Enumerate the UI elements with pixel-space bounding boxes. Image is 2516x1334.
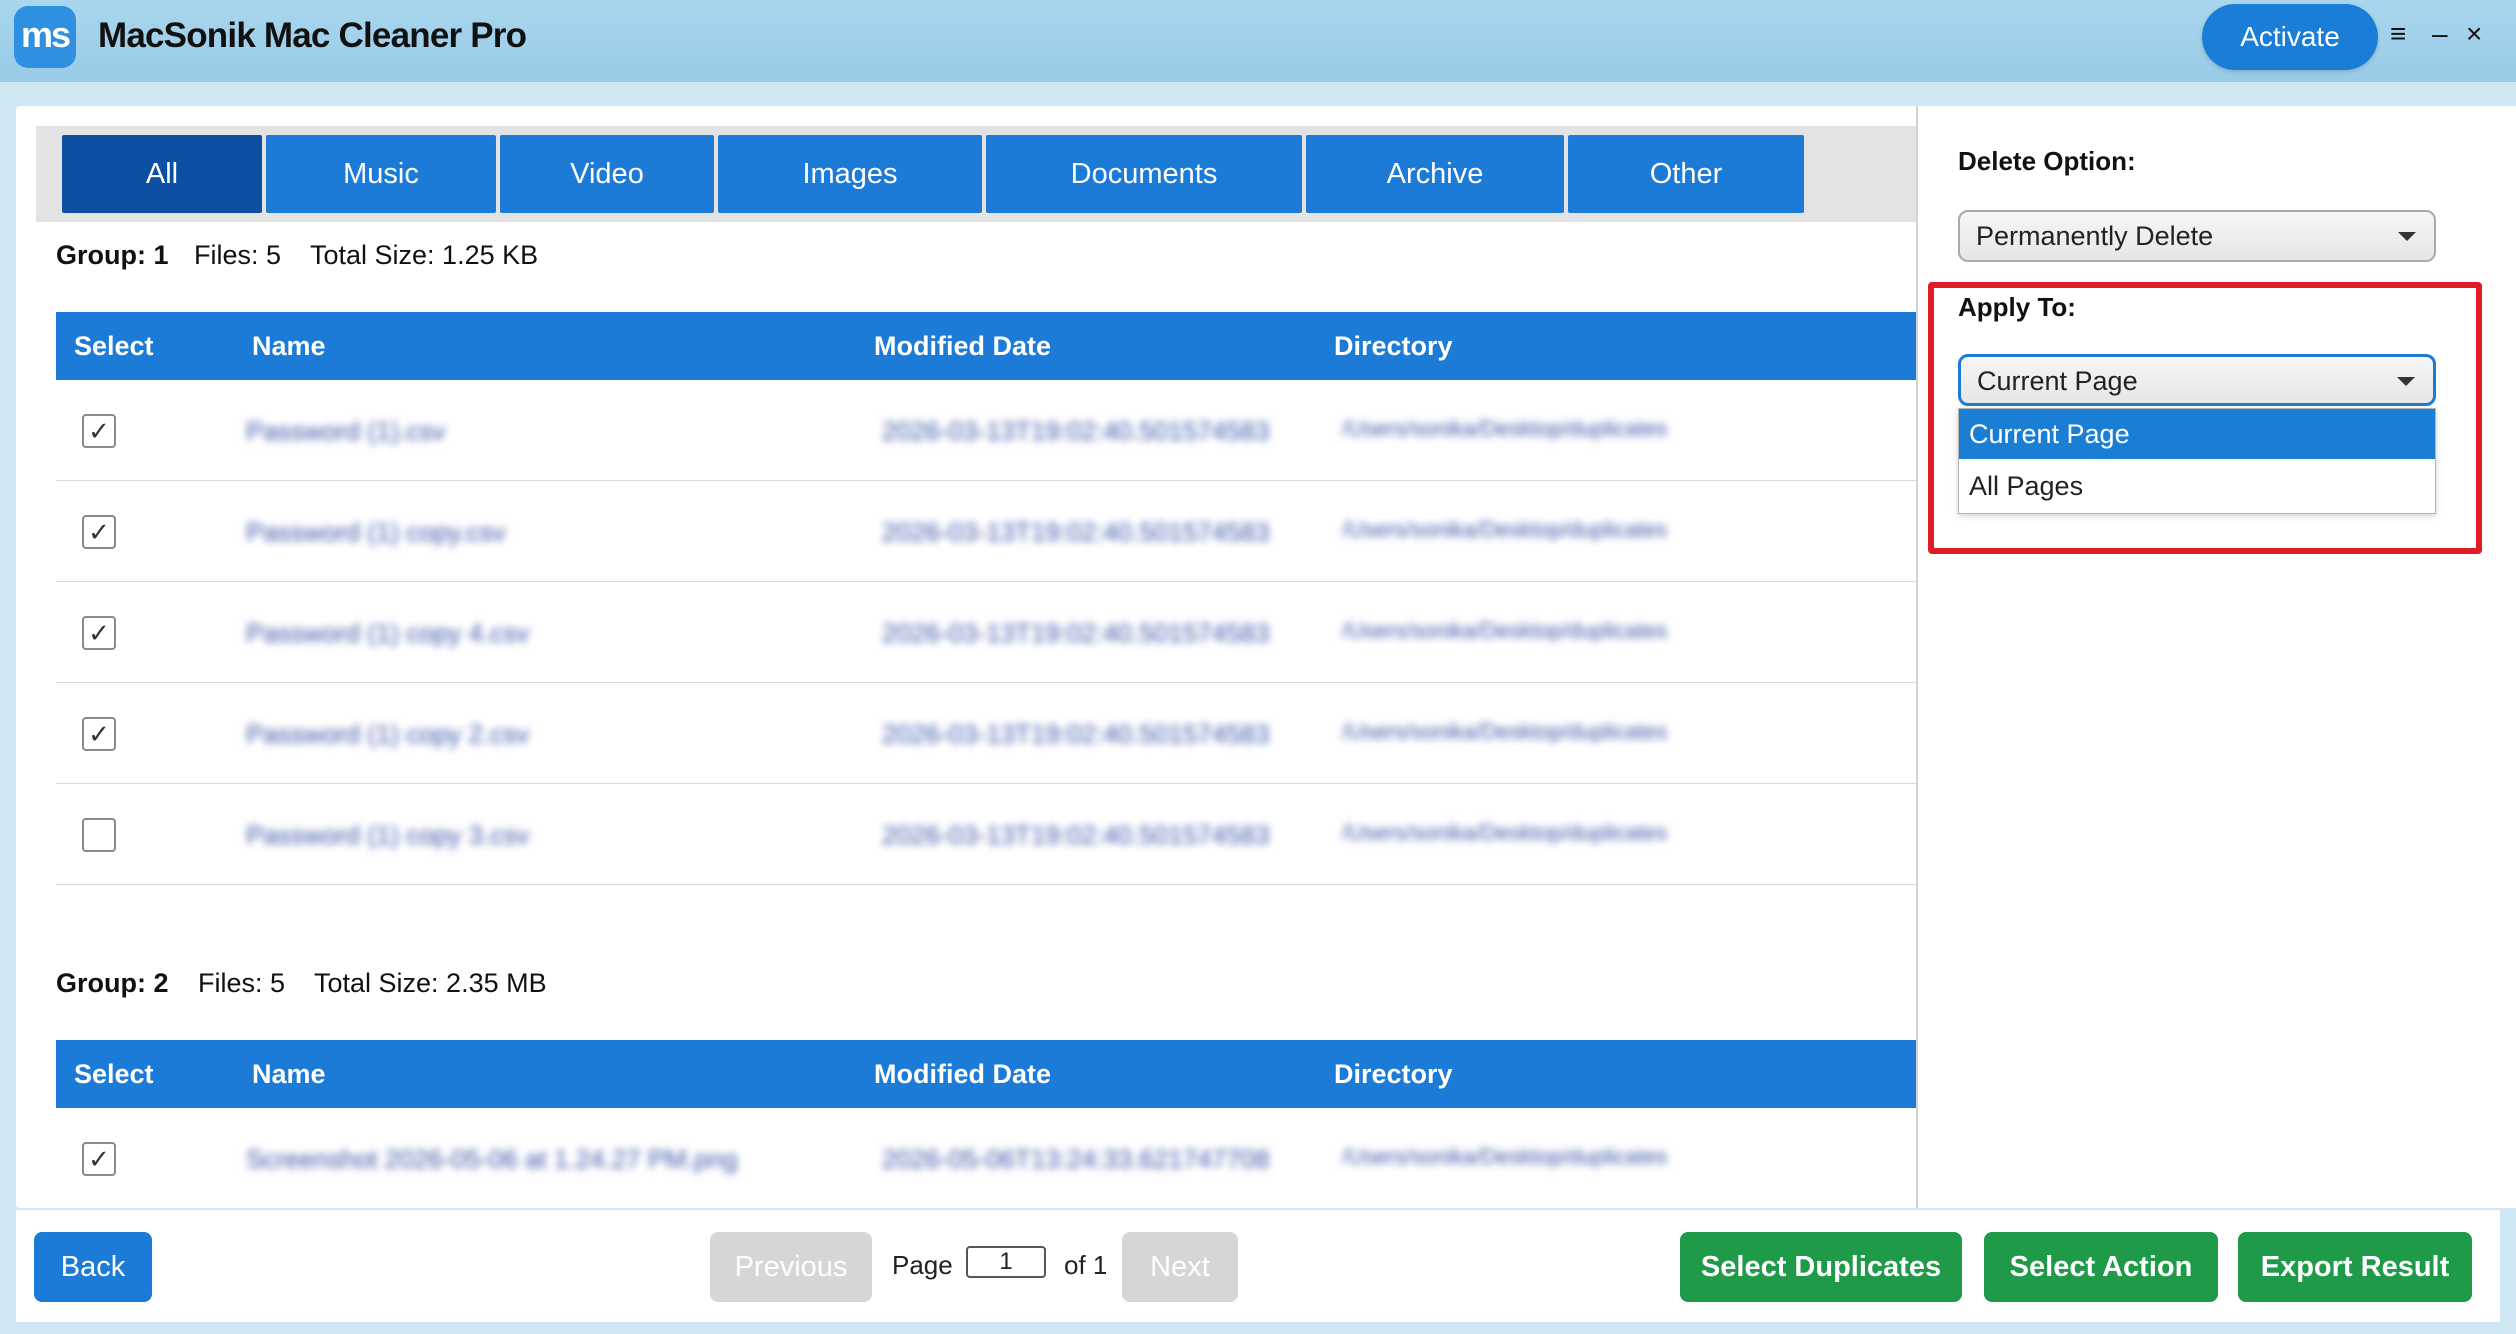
- delete-option-select[interactable]: Permanently Delete: [1958, 210, 2436, 262]
- column-name: Name: [252, 331, 326, 361]
- results-panel: All Music Video Images Documents Archive…: [16, 106, 1956, 1208]
- tab-archive[interactable]: Archive: [1306, 135, 1564, 213]
- column-directory: Directory: [1334, 331, 1453, 361]
- delete-option-label: Delete Option:: [1958, 146, 2136, 176]
- page-total: of 1: [1064, 1250, 1108, 1280]
- tab-all[interactable]: All: [62, 135, 262, 213]
- table-header: Select Name Modified Date Directory: [56, 312, 1956, 380]
- group-file-count: Files: 5: [194, 240, 282, 270]
- group-title: Group: 2: [56, 968, 169, 998]
- file-name: Password (1).csv: [246, 416, 446, 446]
- directory-path: /Users/sonika/Desktop/duplicates: [1342, 618, 1668, 643]
- table-row: ✓ Password (1).csv 2026-03-13T19:02:40.5…: [56, 380, 1956, 481]
- export-result-button[interactable]: Export Result: [2238, 1232, 2472, 1302]
- next-button[interactable]: Next: [1122, 1232, 1238, 1302]
- column-select: Select: [74, 1059, 154, 1089]
- select-action-button[interactable]: Select Action: [1984, 1232, 2218, 1302]
- previous-button[interactable]: Previous: [710, 1232, 872, 1302]
- modified-date: 2026-03-13T19:02:40.501574583: [882, 719, 1270, 749]
- option-all-pages[interactable]: All Pages: [1959, 461, 2435, 511]
- file-type-tabs: All Music Video Images Documents Archive…: [36, 126, 1926, 222]
- file-name: Password (1) copy 2.csv: [246, 719, 530, 749]
- modified-date: 2026-03-13T19:02:40.501574583: [882, 820, 1270, 850]
- row-checkbox[interactable]: ✓: [82, 616, 116, 650]
- modified-date: 2026-05-06T13:24:33.621747708: [882, 1144, 1270, 1174]
- modified-date: 2026-03-13T19:02:40.501574583: [882, 517, 1270, 547]
- tab-images[interactable]: Images: [718, 135, 982, 213]
- column-directory: Directory: [1334, 1059, 1453, 1089]
- table-row: ✓ Password (1) copy 2.csv 2026-03-13T19:…: [56, 683, 1956, 784]
- chevron-down-icon: [2398, 232, 2416, 241]
- page-label: Page: [892, 1250, 953, 1280]
- table-header: Select Name Modified Date Directory: [56, 1040, 1956, 1108]
- file-name: Password (1) copy 4.csv: [246, 618, 530, 648]
- title-bar: ms MacSonik Mac Cleaner Pro Activate ≡ –…: [0, 0, 2516, 82]
- file-name: Password (1) copy.csv: [246, 517, 506, 547]
- page-number-input[interactable]: 1: [966, 1246, 1046, 1278]
- group-total-size: Total Size: 2.35 MB: [314, 968, 547, 998]
- table-row: ✓ Password (1) copy 4.csv 2026-03-13T19:…: [56, 582, 1956, 683]
- app-logo-icon: ms: [14, 6, 76, 68]
- tab-documents[interactable]: Documents: [986, 135, 1302, 213]
- apply-to-value: Current Page: [1977, 366, 2138, 396]
- select-duplicates-button[interactable]: Select Duplicates: [1680, 1232, 1962, 1302]
- table-row: ✓ Password (1) copy.csv 2026-03-13T19:02…: [56, 481, 1956, 582]
- row-checkbox[interactable]: ✓: [82, 414, 116, 448]
- group-title: Group: 1: [56, 240, 169, 270]
- column-select: Select: [74, 331, 154, 361]
- tab-music[interactable]: Music: [266, 135, 496, 213]
- table-row: Password (1) copy 3.csv 2026-03-13T19:02…: [56, 784, 1956, 885]
- row-checkbox[interactable]: ✓: [82, 717, 116, 751]
- close-icon[interactable]: ×: [2466, 18, 2482, 50]
- directory-path: /Users/sonika/Desktop/duplicates: [1342, 416, 1668, 441]
- back-button[interactable]: Back: [34, 1232, 152, 1302]
- file-name: Screenshot 2026-05-06 at 1.24.27 PM.png: [246, 1144, 738, 1174]
- group-total-size: Total Size: 1.25 KB: [310, 240, 539, 270]
- app-title: MacSonik Mac Cleaner Pro: [98, 16, 527, 55]
- delete-options-panel: Delete Option: Permanently Delete Apply …: [1916, 106, 2516, 1208]
- apply-to-select[interactable]: Current Page: [1958, 354, 2436, 406]
- chevron-down-icon: [2397, 377, 2415, 386]
- apply-to-label: Apply To:: [1958, 292, 2076, 322]
- directory-path: /Users/sonika/Desktop/duplicates: [1342, 517, 1668, 542]
- modified-date: 2026-03-13T19:02:40.501574583: [882, 618, 1270, 648]
- row-checkbox[interactable]: ✓: [82, 1142, 116, 1176]
- file-name: Password (1) copy 3.csv: [246, 820, 530, 850]
- column-modified-date: Modified Date: [874, 331, 1052, 361]
- row-checkbox[interactable]: ✓: [82, 515, 116, 549]
- activate-button[interactable]: Activate: [2202, 4, 2378, 70]
- table-row: ✓ Screenshot 2026-05-06 at 1.24.27 PM.pn…: [56, 1108, 1956, 1209]
- footer-bar: Back Previous Page 1 of 1 Next Select Du…: [16, 1210, 2500, 1322]
- tab-video[interactable]: Video: [500, 135, 714, 213]
- modified-date: 2026-03-13T19:02:40.501574583: [882, 416, 1270, 446]
- group-file-count: Files: 5: [198, 968, 286, 998]
- row-checkbox[interactable]: [82, 818, 116, 852]
- directory-path: /Users/sonika/Desktop/duplicates: [1342, 820, 1668, 845]
- tab-other[interactable]: Other: [1568, 135, 1804, 213]
- minimize-icon[interactable]: –: [2432, 18, 2448, 50]
- column-name: Name: [252, 1059, 326, 1089]
- directory-path: /Users/sonika/Desktop/duplicates: [1342, 1144, 1668, 1169]
- column-modified-date: Modified Date: [874, 1059, 1052, 1089]
- delete-option-value: Permanently Delete: [1976, 221, 2214, 251]
- option-current-page[interactable]: Current Page: [1959, 409, 2435, 459]
- menu-icon[interactable]: ≡: [2390, 18, 2406, 50]
- apply-to-dropdown: Current Page All Pages: [1958, 408, 2436, 514]
- directory-path: /Users/sonika/Desktop/duplicates: [1342, 719, 1668, 744]
